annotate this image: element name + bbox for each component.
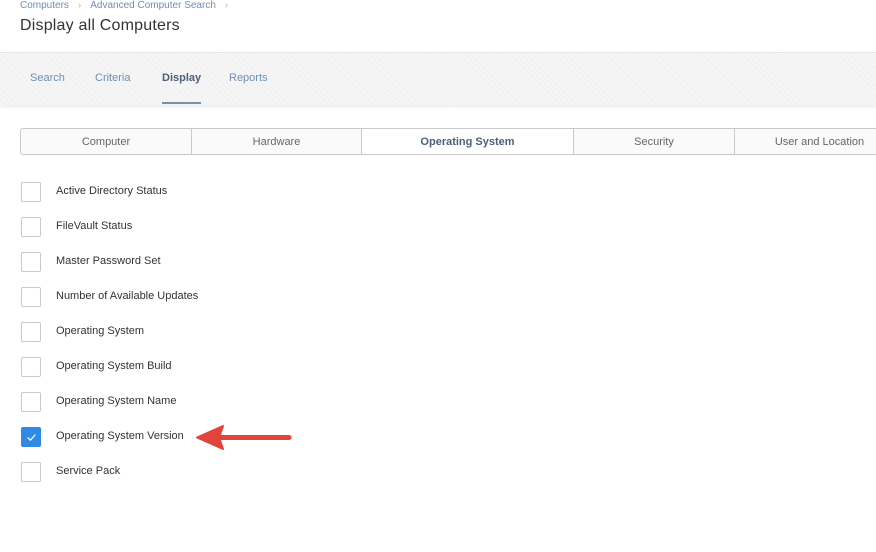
option-label[interactable]: Number of Available Updates <box>56 290 198 302</box>
category-security[interactable]: Security <box>573 129 734 154</box>
chevron-right-icon: › <box>77 0 82 11</box>
checkbox-number-of-available-updates[interactable] <box>21 287 41 307</box>
option-label[interactable]: Service Pack <box>56 465 120 477</box>
checkbox-master-password-set[interactable] <box>21 252 41 272</box>
breadcrumb: Computers › Advanced Computer Search › <box>20 0 237 11</box>
checkmark-icon <box>27 434 36 441</box>
category-operating-system[interactable]: Operating System <box>361 129 573 154</box>
breadcrumb-item-computers[interactable]: Computers <box>20 0 69 11</box>
checkbox-operating-system-version[interactable] <box>21 427 41 447</box>
checkbox-operating-system[interactable] <box>21 322 41 342</box>
tab-display[interactable]: Display <box>162 72 201 84</box>
option-label[interactable]: Operating System <box>56 325 144 337</box>
tab-bar: Search Criteria Display Reports <box>0 52 876 105</box>
page-title: Display all Computers <box>20 17 180 34</box>
chevron-right-icon: › <box>224 0 229 11</box>
checkbox-filevault-status[interactable] <box>21 217 41 237</box>
option-label[interactable]: Operating System Version <box>56 430 184 442</box>
category-hardware[interactable]: Hardware <box>191 129 361 154</box>
page-header: Computers › Advanced Computer Search › Disp… <box>0 0 876 52</box>
category-computer[interactable]: Computer <box>21 129 191 154</box>
option-label[interactable]: Operating System Build <box>56 360 172 372</box>
arrow-left-icon <box>196 425 292 450</box>
checkbox-operating-system-build[interactable] <box>21 357 41 377</box>
active-tab-indicator <box>162 102 201 104</box>
option-label[interactable]: Master Password Set <box>56 255 161 267</box>
checkbox-service-pack[interactable] <box>21 462 41 482</box>
option-label[interactable]: FileVault Status <box>56 220 132 232</box>
checkbox-operating-system-name[interactable] <box>21 392 41 412</box>
tab-search[interactable]: Search <box>30 72 65 84</box>
category-user-and-location[interactable]: User and Location <box>734 129 876 154</box>
option-label[interactable]: Operating System Name <box>56 395 176 407</box>
breadcrumb-item-advanced-search[interactable]: Advanced Computer Search <box>90 0 216 11</box>
option-label[interactable]: Active Directory Status <box>56 185 167 197</box>
checkbox-active-directory-status[interactable] <box>21 182 41 202</box>
category-selector: Computer Hardware Operating System Secur… <box>20 128 876 155</box>
tab-criteria[interactable]: Criteria <box>95 72 130 84</box>
tab-reports[interactable]: Reports <box>229 72 268 84</box>
